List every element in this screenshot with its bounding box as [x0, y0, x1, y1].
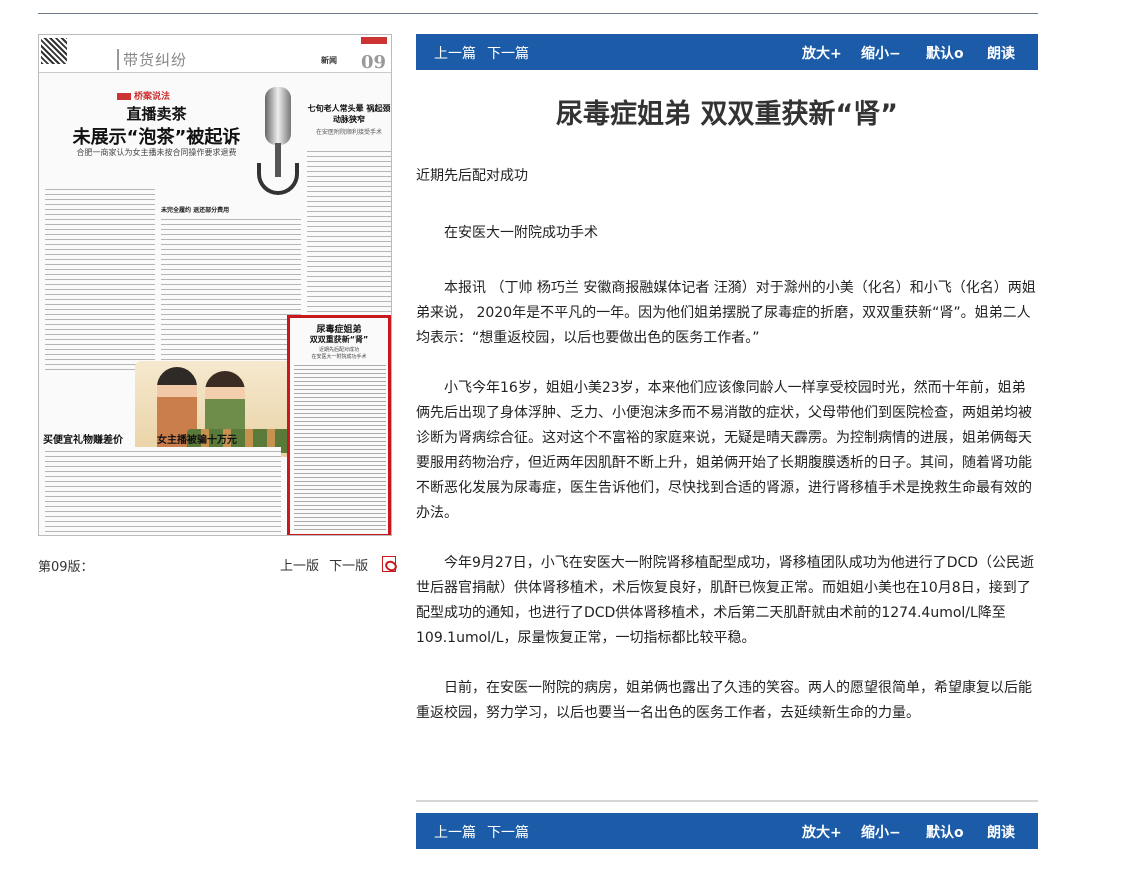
next-article-link[interactable]: 下一篇: [487, 43, 529, 63]
microphone-holder: [257, 163, 299, 195]
current-article-highlight[interactable]: 尿毒症姐弟 双双重获新“肾” 近期先后配对成功 在安医大一附院成功手术: [287, 315, 391, 535]
prev-article-link[interactable]: 上一篇: [434, 43, 476, 63]
highlight-article-text: [294, 362, 386, 530]
newspaper-page-image[interactable]: 带货纠纷 新闻 09 桥案说法 直播卖茶 未展示“泡茶”被起诉 合肥一商家认为女…: [38, 34, 392, 536]
zoom-in-button[interactable]: 放大+: [802, 43, 842, 63]
article-toolbar-bottom: 上一篇 下一篇 放大+ 缩小− 默认o 朗读: [416, 813, 1038, 849]
read-aloud-button[interactable]: 朗读: [987, 822, 1015, 842]
mid-subhead: 未完全履约 退还部分费用: [161, 207, 230, 214]
article-paragraph: 小飞今年16岁，姐姐小美23岁，本来他们应该像同龄人一样享受校园时光，然而十年前…: [416, 380, 1032, 521]
top-breadcrumb-strip: [38, 0, 1038, 14]
prev-page-link[interactable]: 上一版: [280, 559, 319, 574]
prev-article-link[interactable]: 上一篇: [434, 822, 476, 842]
pdf-icon[interactable]: [382, 556, 396, 572]
page-nav: 上一版 下一版: [280, 555, 374, 574]
article-title: 尿毒症姐弟 双双重获新“肾”: [556, 99, 898, 130]
lead-headline-line2: 未展示“泡茶”被起诉: [72, 127, 241, 148]
bottom-headline-right: 女主播被骗十万元: [157, 435, 237, 446]
article-subtitle-2: 在安医大一附院成功手术: [444, 225, 598, 241]
bottom-article-text: [45, 447, 281, 533]
next-page-link[interactable]: 下一版: [329, 559, 368, 574]
article-paragraph: 本报讯 （丁帅 杨巧兰 安徽商报融媒体记者 汪漪）对于滁州的小美（化名）和小飞（…: [416, 280, 1036, 346]
lead-article-text: [45, 185, 155, 373]
side-article-text: [307, 147, 391, 315]
reset-zoom-button[interactable]: 默认o: [926, 822, 964, 842]
read-aloud-button[interactable]: 朗读: [987, 43, 1015, 63]
zoom-in-button[interactable]: 放大+: [802, 822, 842, 842]
side-headline: 七旬老人常头晕 祸起颈动脉狭窄: [307, 104, 391, 124]
page-number: 09: [360, 52, 386, 73]
brand-badge: [361, 37, 387, 44]
side-subline: 在安医附院顺利接受手术: [315, 129, 382, 136]
microphone-icon: [265, 87, 291, 145]
law-tag: 桥案说法: [117, 89, 170, 102]
article-toolbar-top: 上一篇 下一篇 放大+ 缩小− 默认o 朗读: [416, 34, 1038, 70]
section-name: 新闻: [321, 56, 337, 65]
article-paragraph: 今年9月27日，小飞在安医大一附院肾移植配型成功，肾移植团队成功为他进行了DCD…: [416, 555, 1035, 646]
zoom-out-button[interactable]: 缩小−: [861, 822, 901, 842]
bottom-headline-left: 买便宜礼物赚差价: [43, 435, 123, 446]
highlight-sub1: 近期先后配对成功: [318, 347, 359, 353]
page-label: 第09版：: [38, 560, 94, 575]
column-name: 带货纠纷: [117, 49, 187, 70]
lead-headline-line1: 直播卖茶: [126, 105, 187, 123]
article-body: 本报讯 （丁帅 杨巧兰 安徽商报融媒体记者 汪漪）对于滁州的小美（化名）和小飞（…: [416, 276, 1038, 751]
highlight-sub2: 在安医大一附院成功手术: [311, 354, 367, 360]
next-article-link[interactable]: 下一篇: [487, 822, 529, 842]
qr-code-icon: [41, 38, 67, 64]
article-paragraph: 日前，在安医一附院的病房，姐弟俩也露出了久违的笑容。两人的愿望很简单，希望康复以…: [416, 680, 1032, 721]
divider: [416, 800, 1038, 802]
mid-article-text: [161, 215, 301, 375]
lead-subheadline: 合肥一商家认为女主播未按合同操作要求退费: [76, 148, 237, 157]
article-subtitle-1: 近期先后配对成功: [416, 168, 528, 184]
newspaper-masthead: 带货纠纷 新闻 09: [39, 35, 391, 73]
reset-zoom-button[interactable]: 默认o: [926, 43, 964, 63]
zoom-out-button[interactable]: 缩小−: [861, 43, 901, 63]
highlight-title-line2: 双双重获新“肾”: [309, 335, 369, 344]
